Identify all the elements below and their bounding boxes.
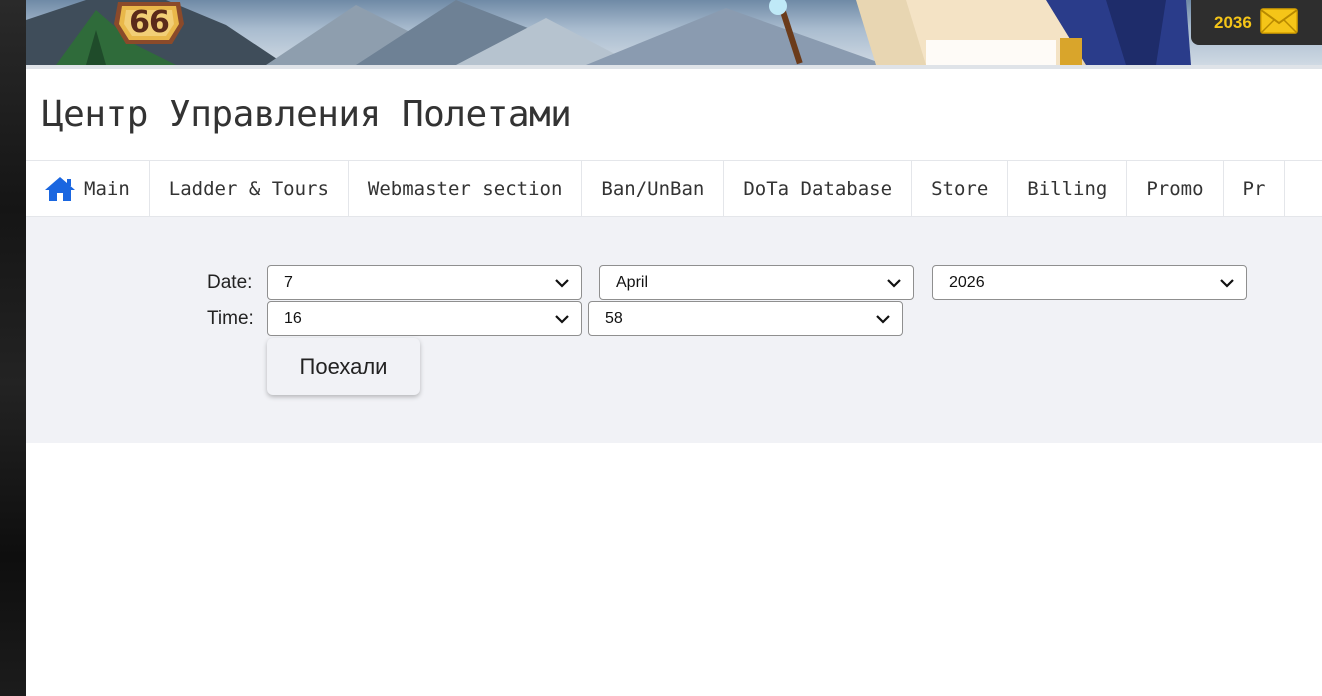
date-label: Date: [207, 272, 253, 293]
nav-item-label: Pr [1242, 177, 1266, 200]
nav-item-billing[interactable]: Billing [1008, 161, 1128, 216]
level-badge: 66 [112, 0, 186, 46]
year-select-value: 2026 [949, 273, 985, 291]
chevron-down-icon [875, 312, 891, 330]
nav-item-label: Ban/UnBan [601, 177, 705, 200]
chevron-down-icon [886, 276, 902, 294]
minute-select[interactable]: 58 [588, 301, 903, 336]
mail-indicator[interactable]: 2036 [1191, 0, 1322, 45]
nav-item-label: DoTa Database [743, 177, 893, 200]
banner-divider [26, 65, 1322, 69]
nav-item-ladder-tours[interactable]: Ladder & Tours [150, 161, 349, 216]
nav-item-promo[interactable]: Promo [1127, 161, 1224, 216]
chevron-down-icon [1219, 276, 1235, 294]
nav-item-store[interactable]: Store [912, 161, 1009, 216]
nav-item-truncated[interactable]: Pr [1224, 161, 1286, 216]
submit-button[interactable]: Поехали [267, 338, 420, 395]
mail-count: 2036 [1214, 12, 1252, 32]
hour-select-value: 16 [284, 309, 302, 327]
home-icon [44, 176, 76, 202]
header-banner [26, 0, 1322, 65]
nav-item-label: Main [84, 177, 130, 200]
minute-select-value: 58 [605, 309, 623, 327]
main-nav: Main Ladder & Tours Webmaster section Ba… [26, 160, 1322, 217]
month-select-value: April [616, 273, 649, 291]
nav-item-main[interactable]: Main [26, 161, 150, 216]
nav-item-label: Billing [1027, 177, 1108, 200]
hour-select[interactable]: 16 [267, 301, 582, 336]
nav-item-label: Store [931, 177, 989, 200]
year-select[interactable]: 2026 [932, 265, 1247, 300]
month-select[interactable]: April [599, 265, 914, 300]
chevron-down-icon [554, 312, 570, 330]
day-select-value: 7 [284, 273, 293, 291]
nav-item-label: Ladder & Tours [168, 177, 329, 200]
nav-item-label: Promo [1146, 177, 1204, 200]
day-select[interactable]: 7 [267, 265, 582, 300]
datetime-form: Date: Time: 7 April 2026 16 58 Поехали [26, 217, 1322, 443]
level-number: 66 [129, 4, 170, 40]
chevron-down-icon [554, 276, 570, 294]
page-title: Центр Управления Полетами [42, 94, 572, 135]
time-label: Time: [207, 308, 254, 329]
nav-item-ban-unban[interactable]: Ban/UnBan [582, 161, 725, 216]
nav-item-label: Webmaster section [367, 177, 563, 200]
nav-item-webmaster[interactable]: Webmaster section [349, 161, 583, 216]
nav-item-dota-database[interactable]: DoTa Database [724, 161, 913, 216]
envelope-icon[interactable] [1260, 8, 1298, 39]
left-gutter [0, 0, 26, 696]
